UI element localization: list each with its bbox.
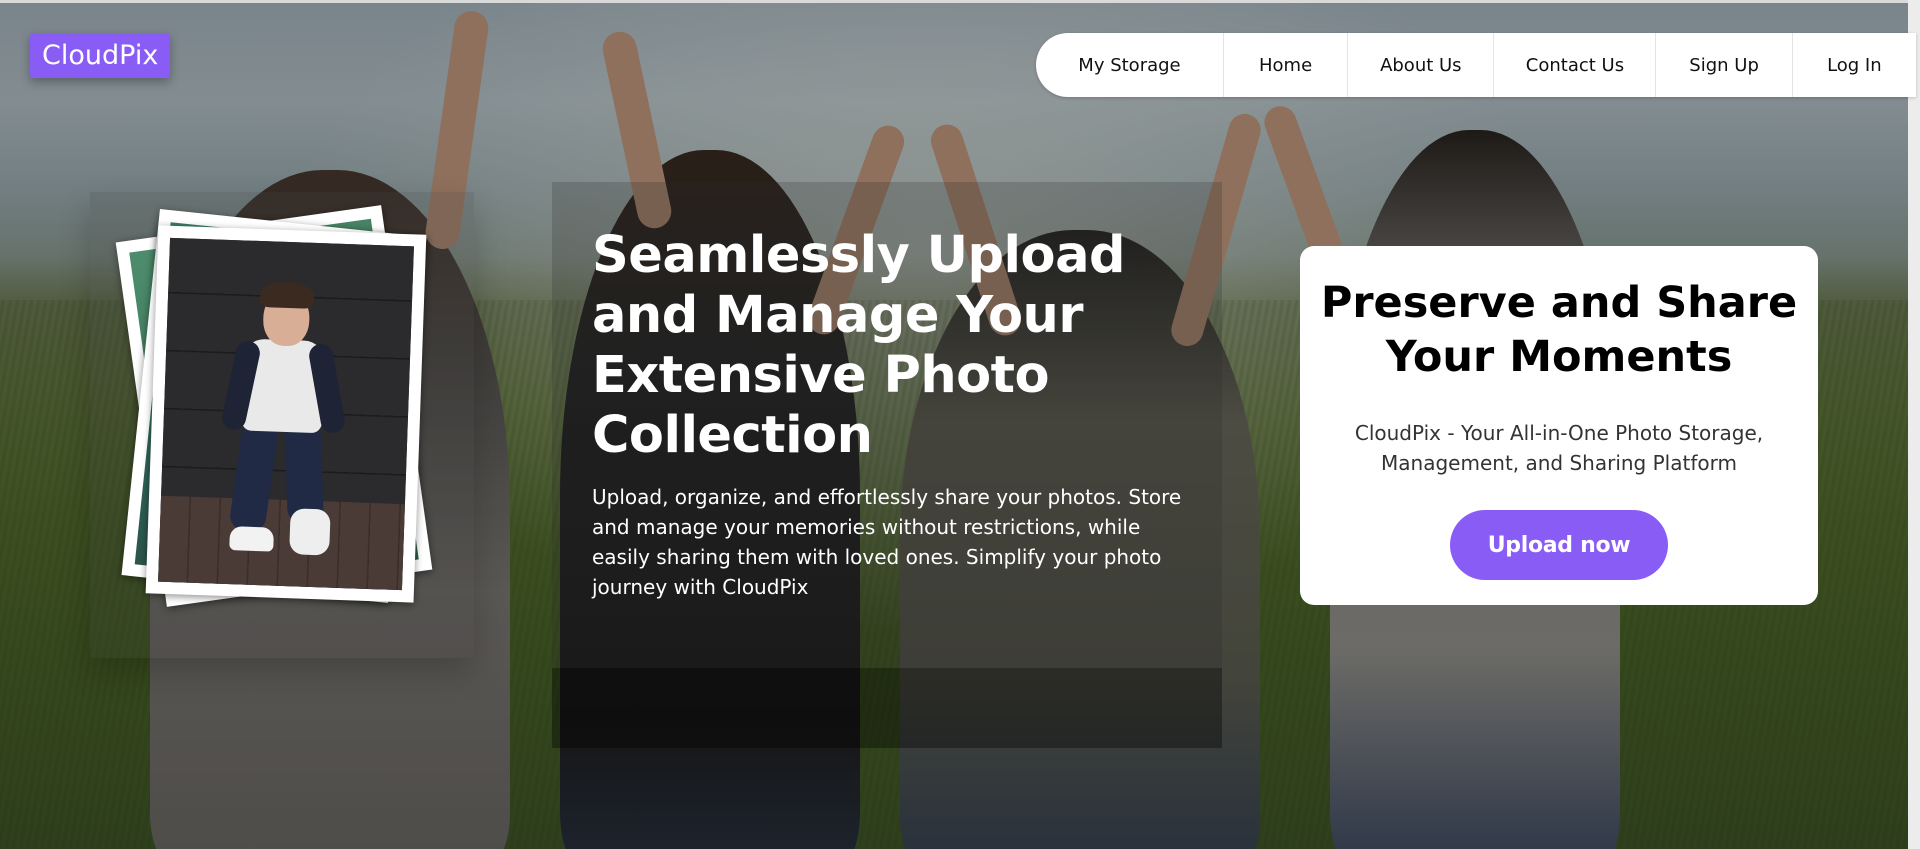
photo-of-person xyxy=(158,237,414,591)
top-navigation: My Storage Home About Us Contact Us Sign… xyxy=(1036,33,1916,97)
nav-item-home[interactable]: Home xyxy=(1224,33,1349,97)
nav-item-my-storage[interactable]: My Storage xyxy=(1036,33,1224,97)
cta-card: Preserve and Share Your Moments CloudPix… xyxy=(1300,246,1818,605)
nav-item-log-in[interactable]: Log In xyxy=(1793,33,1916,97)
nav-item-contact-us[interactable]: Contact Us xyxy=(1494,33,1657,97)
cta-title: Preserve and Share Your Moments xyxy=(1320,278,1798,382)
window-top-border xyxy=(0,0,1920,3)
photo-stack-icon xyxy=(115,205,450,630)
cta-subtitle: CloudPix - Your All-in-One Photo Storage… xyxy=(1354,421,1764,475)
nav-item-sign-up[interactable]: Sign Up xyxy=(1656,33,1793,97)
logo[interactable]: CloudPix xyxy=(30,33,171,78)
scrollbar-track[interactable] xyxy=(1908,0,1920,849)
upload-now-button[interactable]: Upload now xyxy=(1450,510,1668,580)
hero-title: Seamlessly Upload and Manage Your Extens… xyxy=(592,226,1126,465)
photo-card-front xyxy=(145,225,427,603)
hero-description: Upload, organize, and effortlessly share… xyxy=(592,485,1182,599)
nav-item-about-us[interactable]: About Us xyxy=(1348,33,1495,97)
hero-text-panel-shadow xyxy=(552,668,1222,748)
